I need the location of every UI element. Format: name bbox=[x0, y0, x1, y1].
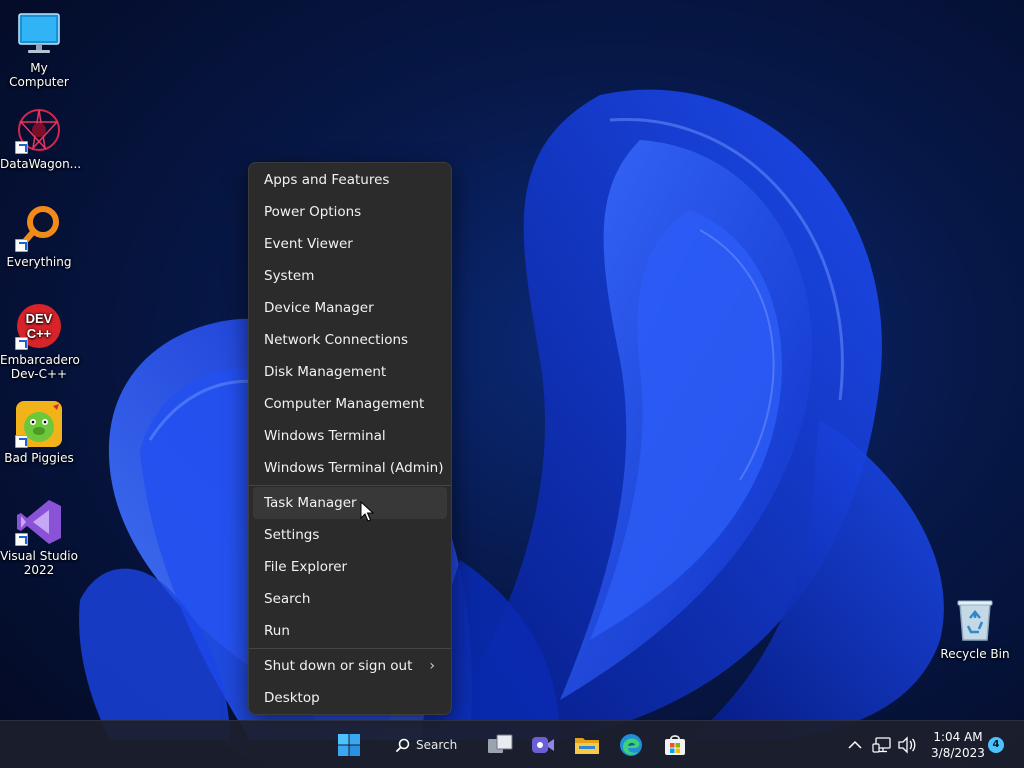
menu-item-windows-terminal-admin[interactable]: Windows Terminal (Admin) bbox=[253, 452, 447, 484]
datawagon-icon bbox=[15, 106, 63, 154]
menu-item-apps-and-features[interactable]: Apps and Features bbox=[253, 164, 447, 196]
desktop-icon-label: Visual Studio 2022 bbox=[0, 549, 78, 577]
devcpp-icon: DEV C++ bbox=[15, 302, 63, 350]
menu-item-search[interactable]: Search bbox=[253, 583, 447, 615]
menu-separator bbox=[249, 485, 451, 486]
shortcut-arrow-icon bbox=[15, 239, 28, 252]
taskbar-clock[interactable]: 1:04 AM 3/8/2023 bbox=[928, 729, 988, 761]
task-view-icon bbox=[488, 734, 513, 753]
desktop-icon-datawagon[interactable]: DataWagon... bbox=[0, 106, 82, 171]
shortcut-arrow-icon bbox=[15, 337, 28, 350]
file-explorer-icon bbox=[575, 738, 599, 754]
devcpp-badge-line2: C++ bbox=[27, 326, 52, 341]
menu-item-disk-management[interactable]: Disk Management bbox=[253, 356, 447, 388]
desktop-icon-label: Everything bbox=[6, 255, 72, 269]
monitor-icon bbox=[15, 10, 63, 58]
desktop-icon-everything[interactable]: Everything bbox=[0, 204, 78, 269]
clock-time: 1:04 AM bbox=[933, 730, 983, 744]
network-status-button[interactable] bbox=[871, 734, 893, 756]
show-hidden-icons-button[interactable] bbox=[844, 734, 866, 756]
menu-item-computer-management[interactable]: Computer Management bbox=[253, 388, 447, 420]
volume-button[interactable] bbox=[896, 734, 918, 756]
menu-item-device-manager[interactable]: Device Manager bbox=[253, 292, 447, 324]
desktop-icon-recycle-bin[interactable]: Recycle Bin bbox=[936, 596, 1014, 661]
menu-item-power-options[interactable]: Power Options bbox=[253, 196, 447, 228]
menu-item-desktop[interactable]: Desktop bbox=[253, 682, 447, 714]
visual-studio-icon bbox=[15, 498, 63, 546]
chevron-up-icon bbox=[848, 740, 862, 749]
network-icon bbox=[872, 737, 891, 753]
menu-item-file-explorer[interactable]: File Explorer bbox=[253, 551, 447, 583]
shortcut-arrow-icon bbox=[15, 533, 28, 546]
quick-link-context-menu: Apps and Features Power Options Event Vi… bbox=[248, 162, 452, 715]
teams-chat-icon bbox=[532, 737, 554, 753]
desktop-icon-bad-piggies[interactable]: Bad Piggies bbox=[0, 400, 78, 465]
desktop-wallpaper bbox=[0, 0, 1024, 768]
menu-separator bbox=[249, 648, 451, 649]
menu-item-network-connections[interactable]: Network Connections bbox=[253, 324, 447, 356]
mouse-cursor-icon bbox=[360, 501, 374, 522]
menu-item-shut-down-or-sign-out[interactable]: Shut down or sign out › bbox=[253, 650, 447, 682]
clock-date: 3/8/2023 bbox=[931, 746, 985, 760]
menu-item-run[interactable]: Run bbox=[253, 615, 447, 647]
menu-item-task-manager[interactable]: Task Manager bbox=[253, 487, 447, 519]
taskbar: Search 1:04 AM 3/8/2023 4 bbox=[0, 720, 1024, 768]
chevron-right-icon: › bbox=[429, 658, 435, 674]
menu-item-event-viewer[interactable]: Event Viewer bbox=[253, 228, 447, 260]
edge-browser-icon bbox=[620, 734, 642, 756]
desktop-icon-devcpp[interactable]: DEV C++ Embarcadero Dev-C++ bbox=[0, 302, 80, 381]
menu-item-windows-terminal[interactable]: Windows Terminal bbox=[253, 420, 447, 452]
search-icon bbox=[396, 738, 410, 752]
bad-piggies-icon bbox=[15, 400, 63, 448]
volume-icon bbox=[898, 736, 916, 754]
menu-item-system[interactable]: System bbox=[253, 260, 447, 292]
desktop-icon-label: DataWagon... bbox=[0, 157, 82, 171]
microsoft-store-button[interactable] bbox=[659, 729, 691, 761]
menu-item-settings[interactable]: Settings bbox=[253, 519, 447, 551]
shortcut-arrow-icon bbox=[15, 435, 28, 448]
devcpp-badge-line1: DEV bbox=[26, 311, 53, 326]
taskbar-search-button[interactable]: Search bbox=[386, 731, 470, 759]
chat-button[interactable] bbox=[527, 729, 559, 761]
start-button[interactable] bbox=[333, 729, 365, 761]
shortcut-arrow-icon bbox=[15, 141, 28, 154]
file-explorer-button[interactable] bbox=[571, 729, 603, 761]
notification-count-badge[interactable]: 4 bbox=[988, 737, 1004, 753]
desktop-icon-label: Embarcadero Dev-C++ bbox=[0, 353, 80, 381]
everything-search-icon bbox=[15, 204, 63, 252]
windows-start-icon bbox=[338, 734, 360, 756]
desktop-icon-visual-studio[interactable]: Visual Studio 2022 bbox=[0, 498, 78, 577]
taskbar-search-label: Search bbox=[416, 738, 458, 752]
microsoft-store-icon bbox=[665, 735, 685, 755]
recycle-bin-icon bbox=[951, 596, 999, 644]
desktop-icon-label: Bad Piggies bbox=[4, 451, 74, 465]
desktop-icon-label: My Computer bbox=[9, 61, 69, 89]
edge-browser-button[interactable] bbox=[615, 729, 647, 761]
desktop-icon-label: Recycle Bin bbox=[940, 647, 1010, 661]
menu-item-label: Shut down or sign out bbox=[264, 658, 413, 674]
task-view-button[interactable] bbox=[484, 729, 516, 761]
desktop-icon-my-computer[interactable]: My Computer bbox=[0, 10, 78, 89]
